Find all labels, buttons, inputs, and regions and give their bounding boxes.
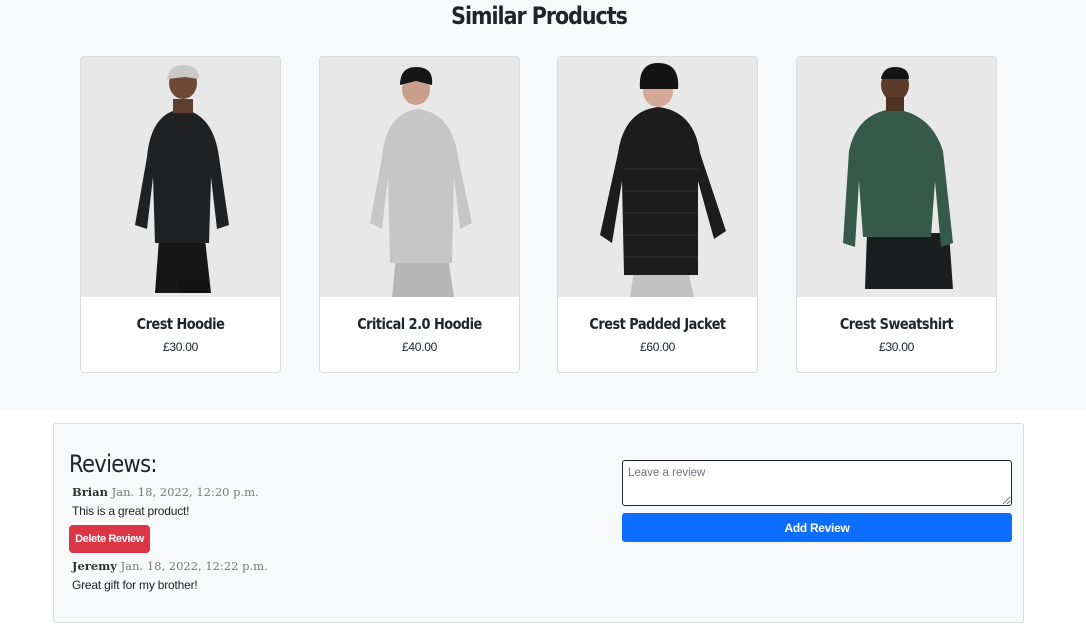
product-price: £40.00 (402, 340, 437, 354)
product-name[interactable]: Crest Sweatshirt (811, 315, 982, 333)
product-image[interactable] (797, 57, 996, 297)
product-card[interactable]: Crest Sweatshirt £30.00 (796, 56, 997, 373)
section-title: Similar Products (451, 2, 628, 30)
product-price: £60.00 (640, 340, 675, 354)
product-card[interactable]: Crest Hoodie £30.00 (80, 56, 281, 373)
product-card[interactable]: Crest Padded Jacket £60.00 (557, 56, 758, 373)
product-name[interactable]: Crest Padded Jacket (572, 315, 743, 333)
product-image[interactable] (558, 57, 757, 297)
product-price: £30.00 (879, 340, 914, 354)
product-name[interactable]: Critical 2.0 Hoodie (334, 315, 505, 333)
product-price: £30.00 (163, 340, 198, 354)
delete-review-button[interactable]: Delete Review (69, 525, 150, 553)
review-text: Great gift for my brother! (72, 578, 198, 592)
similar-products-section: Similar Products Crest Hoodie £30.00 Cri… (0, 0, 1086, 410)
review-input[interactable] (622, 460, 1012, 506)
review-author: Brian (72, 485, 108, 499)
reviews-panel: Reviews: Brian Jan. 18, 2022, 12:20 p.m.… (53, 423, 1024, 623)
review-text: This is a great product! (72, 504, 190, 518)
add-review-button[interactable]: Add Review (622, 513, 1012, 542)
product-image[interactable] (320, 57, 519, 297)
product-name[interactable]: Crest Hoodie (95, 315, 266, 333)
reviews-heading: Reviews: (69, 450, 158, 478)
review-date: Jan. 18, 2022, 12:22 p.m. (120, 559, 268, 573)
review-meta: Jeremy Jan. 18, 2022, 12:22 p.m. (72, 559, 268, 573)
product-card[interactable]: Critical 2.0 Hoodie £40.00 (319, 56, 520, 373)
product-image[interactable] (81, 57, 280, 297)
review-meta: Brian Jan. 18, 2022, 12:20 p.m. (72, 485, 259, 499)
review-author: Jeremy (72, 559, 117, 573)
review-date: Jan. 18, 2022, 12:20 p.m. (111, 485, 259, 499)
